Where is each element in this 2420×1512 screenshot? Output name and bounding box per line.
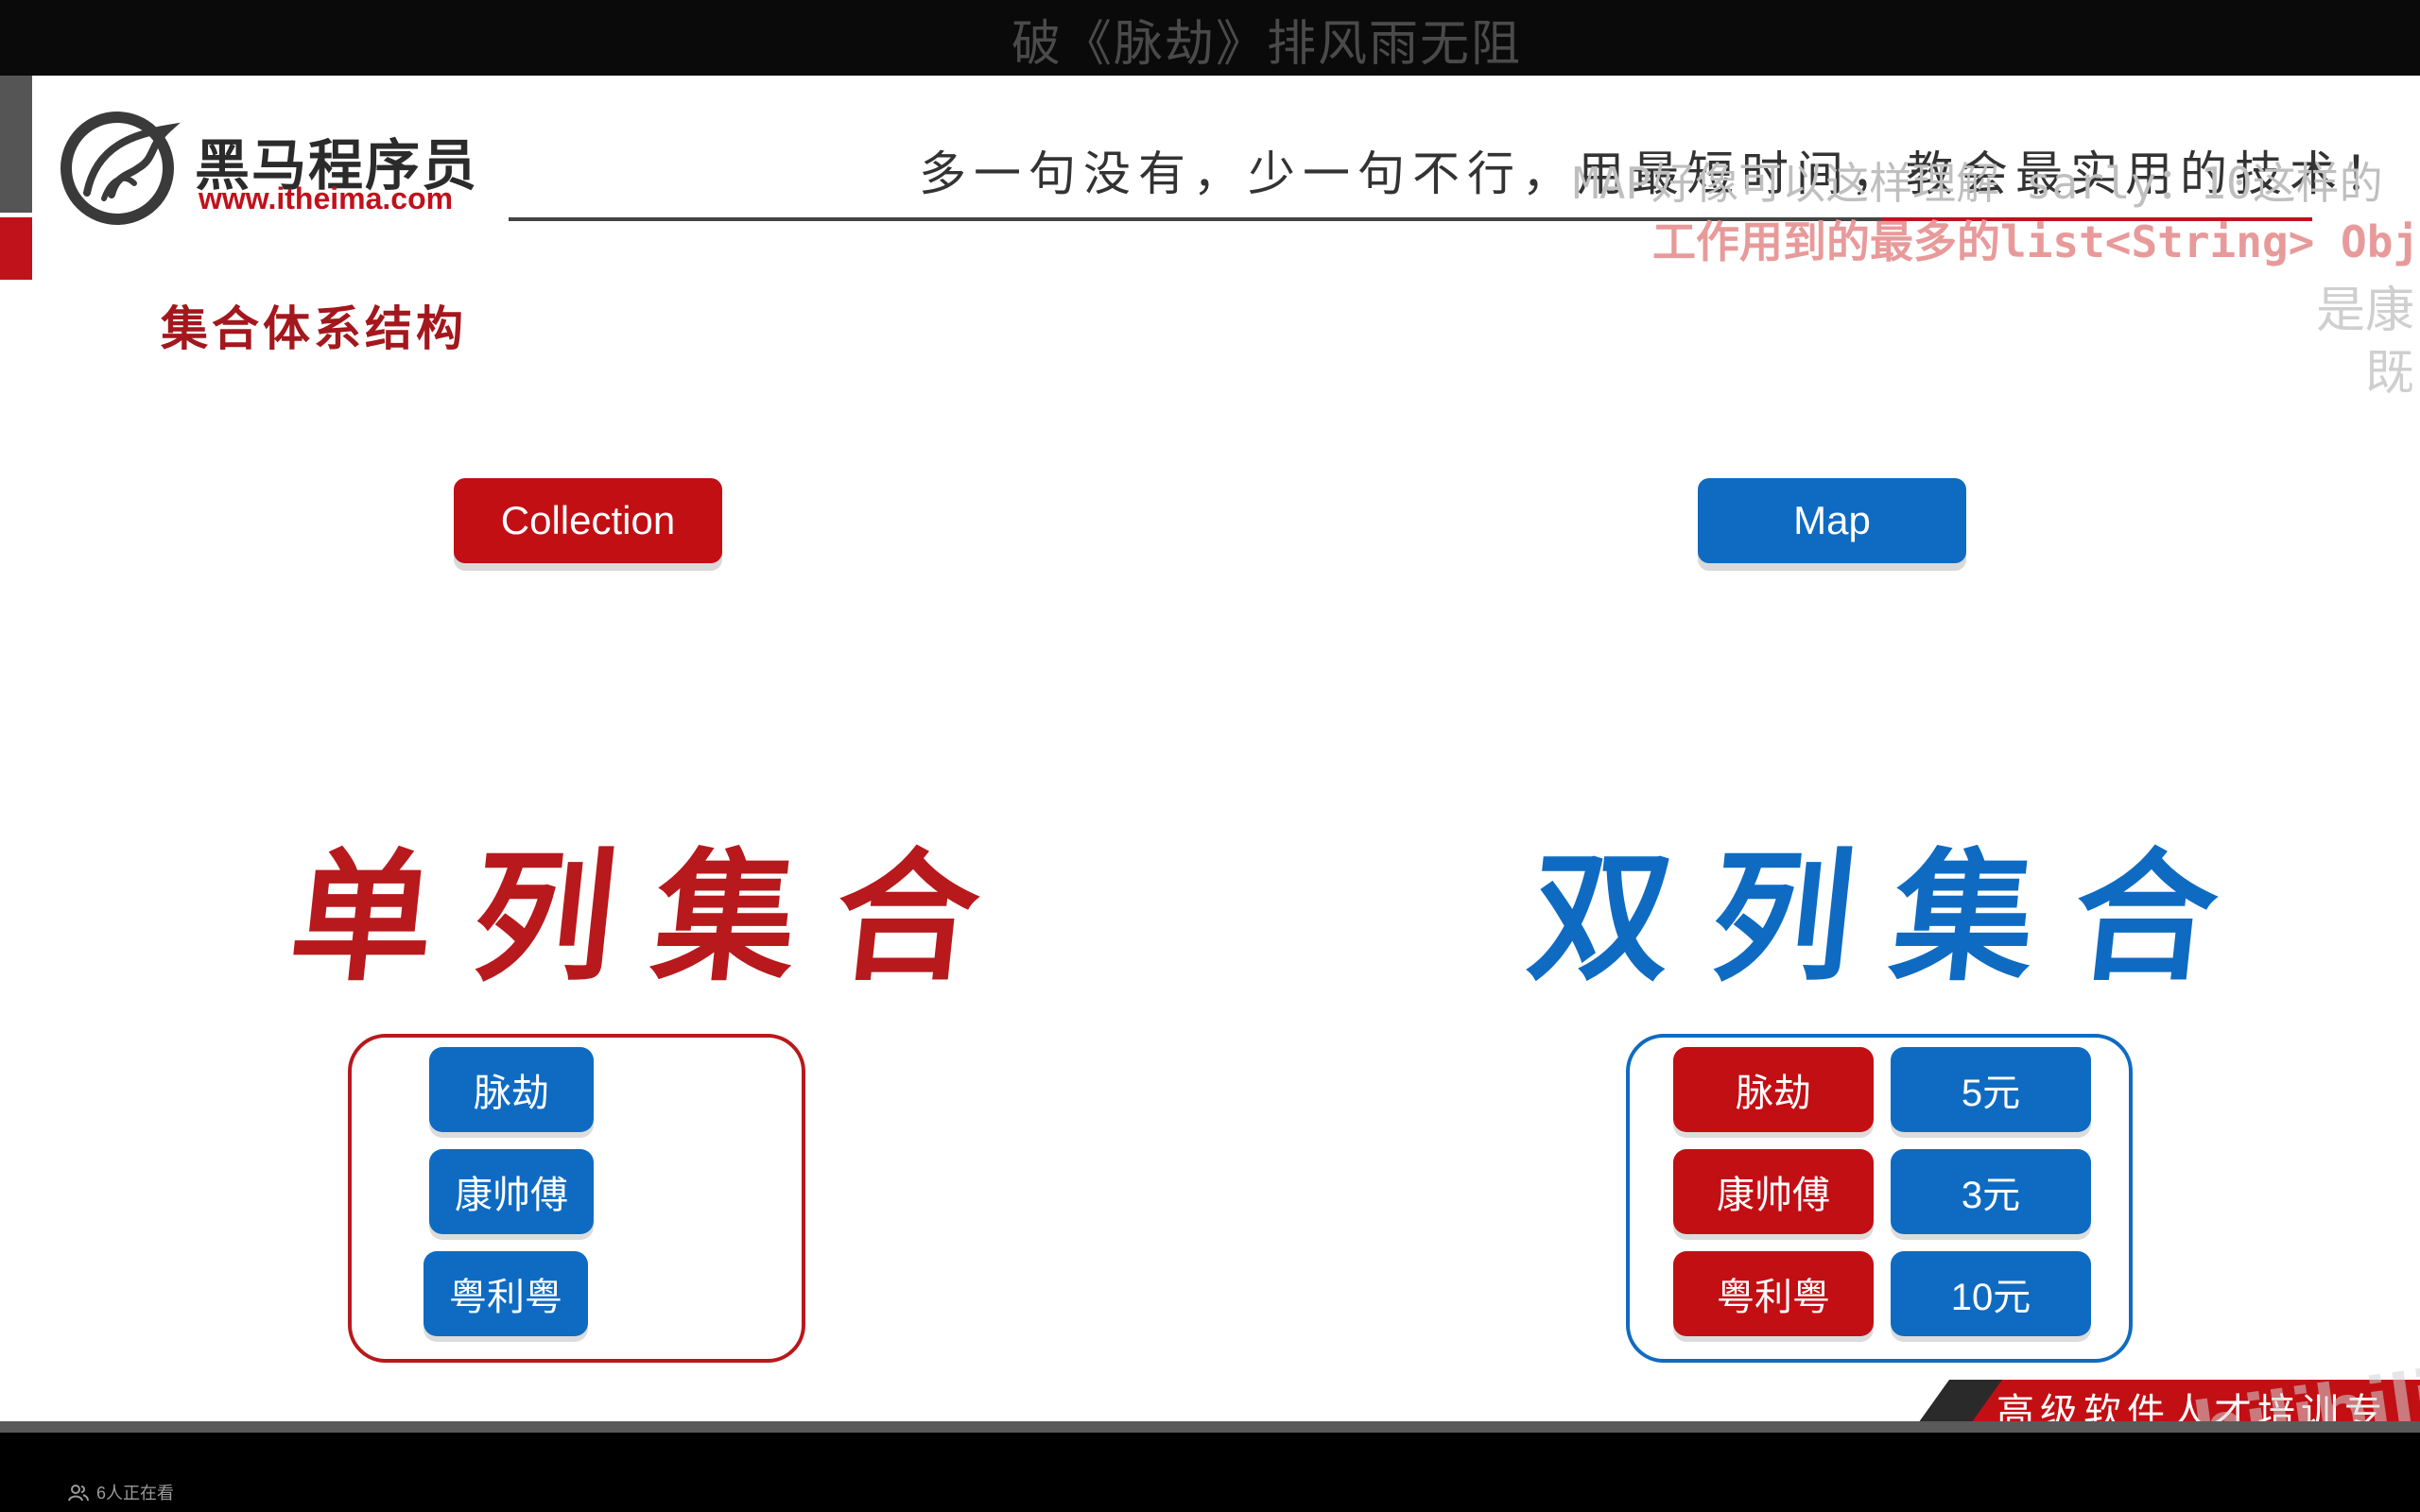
map-value-item: 10元 [1891, 1251, 2091, 1336]
section-title: 集合体系结构 [161, 302, 467, 355]
single-column-group: 脉劫 康帅傅 粤利粤 [348, 1034, 805, 1363]
single-column-collection-label: 单列集合 [283, 836, 1027, 1001]
map-key-item: 粤利粤 [1673, 1251, 1874, 1336]
logo-url: www.itheima.com [199, 181, 454, 215]
double-column-group: 脉劫 5元 康帅傅 3元 粤利粤 10元 [1626, 1034, 2133, 1363]
map-value-item: 3元 [1891, 1149, 2091, 1234]
single-item: 粤利粤 [424, 1251, 588, 1336]
map-key-item: 脉劫 [1673, 1047, 1874, 1132]
map-node: Map [1698, 478, 1966, 563]
slide-left-strip [0, 76, 32, 213]
horse-logo-icon [60, 112, 181, 225]
double-column-collection-label: 双列集合 [1521, 836, 2265, 1001]
danmaku-comment: 是康 [2316, 284, 2415, 338]
viewers-icon [68, 1485, 89, 1502]
slide-bottom-edge [0, 1421, 2420, 1433]
viewer-count-text: 6人正在看 [96, 1484, 175, 1503]
danmaku-comment: 既 [2365, 346, 2415, 401]
single-item: 脉劫 [429, 1047, 594, 1132]
danmaku-comment: MAP好像可以这样理解 sarly：10这样的 [1573, 158, 2383, 209]
slide-left-accent [0, 217, 32, 280]
video-top-bar: 破《脉劫》排风雨无阻 [0, 0, 2420, 76]
single-item: 康帅傅 [429, 1149, 594, 1234]
slide: 黑马程序员 www.itheima.com 多一句没有，少一句不行，用最短时间，… [0, 76, 2420, 1421]
collection-node: Collection [454, 478, 722, 563]
danmaku-comment: 工作用到的最多的list<String> Obj [1652, 216, 2420, 267]
video-title: 破《脉劫》排风雨无阻 [1011, 17, 1523, 72]
viewer-count: 6人正在看 [68, 1480, 174, 1504]
bilibili-watermark: bilibili [2187, 1352, 2420, 1421]
map-value-item: 5元 [1891, 1047, 2091, 1132]
map-key-item: 康帅傅 [1673, 1149, 1874, 1234]
